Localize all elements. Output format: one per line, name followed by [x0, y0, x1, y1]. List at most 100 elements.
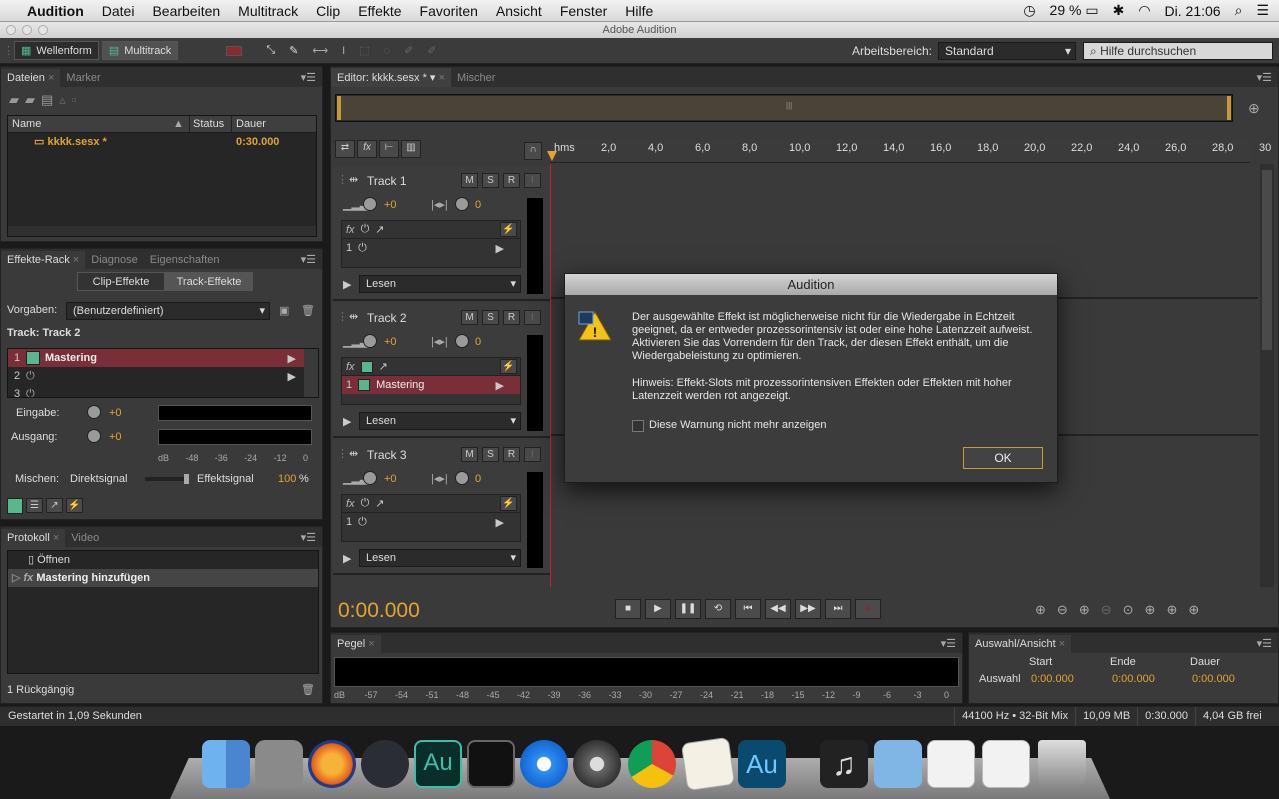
zoom-out-amplitude-icon[interactable]: ⊖ [1057, 602, 1068, 618]
waveform-button[interactable]: ▦ Wellenform [14, 41, 99, 60]
output-gain-knob[interactable] [87, 429, 101, 443]
mute-button[interactable]: M [461, 447, 478, 462]
rewind-icon[interactable]: ◀◀ [765, 599, 791, 619]
menu-hilfe[interactable]: Hilfe [616, 3, 662, 19]
track-effects-button[interactable]: Track-Effekte [165, 272, 253, 291]
document-stack-icon[interactable] [927, 740, 975, 788]
effect-slot-1[interactable]: 1 Mastering ▶ [342, 376, 520, 394]
tab-eigenschaften[interactable]: Eigenschaften [144, 251, 226, 269]
zoom-window-icon[interactable] [38, 25, 48, 35]
track-grip-icon[interactable]: ⋮ [337, 173, 348, 186]
input-gain-value[interactable]: +0 [109, 407, 122, 419]
headphones-icon[interactable]: ∩ [524, 142, 542, 160]
menu-clip[interactable]: Clip [307, 3, 349, 19]
table-row[interactable]: ▭ kkkk.sesx * 0:30.000 [8, 133, 316, 151]
pan-value[interactable]: 0 [475, 336, 481, 348]
disk-utility-icon[interactable] [573, 740, 621, 788]
power-icon[interactable]: ⏻ [358, 516, 367, 529]
track-name[interactable]: Track 2 [367, 311, 407, 325]
volume-value[interactable]: +0 [384, 199, 397, 211]
panel-menu-icon[interactable]: ▾☰ [295, 68, 322, 87]
finder-icon[interactable] [202, 740, 250, 788]
menu-multitrack[interactable]: Multitrack [229, 3, 307, 19]
current-time[interactable]: 0:00.000 [338, 599, 420, 623]
track-eq-icon[interactable]: ▥ [401, 140, 421, 158]
close-window-icon[interactable] [6, 25, 16, 35]
solo-button[interactable]: S [482, 173, 499, 188]
list-item[interactable]: ▯ Öffnen [8, 551, 318, 569]
lasso-tool-icon[interactable]: ◌ [384, 45, 391, 57]
chrome-document-icon[interactable] [982, 740, 1030, 788]
slot-arrow-icon[interactable]: ▶ [288, 370, 296, 383]
track-name[interactable]: Track 1 [367, 174, 407, 188]
track-header-2[interactable]: ⋮ ⇹ Track 2 MSRI ▁▂▃ +0 |◂▸| 0 fx ↗ ⚡ 1 Mas… [333, 303, 550, 438]
zoom-out-time-icon[interactable]: ⊖ [1101, 602, 1112, 618]
effect-slot-3[interactable]: 3 ⏻ [8, 385, 318, 398]
track-grip-icon[interactable]: ⋮ [337, 447, 348, 460]
power-icon[interactable] [358, 379, 371, 391]
workspace-select[interactable]: Standard ▾ [938, 41, 1076, 60]
tab-video[interactable]: Video [65, 529, 105, 547]
spot-healing-tool-icon[interactable]: ✐ [427, 44, 436, 57]
close-icon[interactable]: × [1059, 638, 1065, 650]
tab-diagnose[interactable]: Diagnose [85, 251, 143, 269]
panel-menu-icon[interactable]: ▾☰ [295, 250, 322, 269]
minimize-window-icon[interactable] [22, 25, 32, 35]
track-io-icon[interactable]: ⇄ [335, 140, 355, 158]
track-sends-icon[interactable]: ⊢ [379, 140, 399, 158]
tab-dateien[interactable]: Dateien × [1, 69, 61, 87]
dont-show-label[interactable]: Diese Warnung nicht mehr anzeigen [649, 419, 827, 431]
time-ruler[interactable]: hms 2,0 4,0 6,0 8,0 10,0 12,0 14,0 16,0 18,0 20,0 2… [547, 139, 1271, 163]
tab-effekte-rack[interactable]: Effekte-Rack × [1, 251, 86, 269]
effect-slot-1[interactable]: 1 ⏻ ▶ [342, 239, 520, 257]
overview-bar[interactable]: ||| [335, 94, 1233, 122]
volume-value[interactable]: +0 [384, 336, 397, 348]
menu-bearbeiten[interactable]: Bearbeiten [143, 3, 229, 19]
razor-tool-icon[interactable]: ✎ [289, 44, 298, 57]
panel-menu-icon[interactable]: ▾☰ [1251, 68, 1278, 87]
spotlight-icon[interactable]: ⌕ [1235, 2, 1243, 19]
horizontal-scrollbar[interactable] [8, 226, 316, 236]
close-icon[interactable]: × [439, 72, 445, 84]
presets-select[interactable]: (Benutzerdefiniert) ▾ [66, 302, 270, 320]
power-icon[interactable]: ⏻ [361, 497, 370, 510]
pan-value[interactable]: 0 [475, 473, 481, 485]
slot-arrow-icon[interactable]: ▶ [288, 352, 296, 365]
clip-effects-button[interactable]: Clip-Effekte [77, 272, 165, 291]
brush-tool-icon[interactable]: ✐ [404, 44, 413, 57]
prerender-icon[interactable]: ⚡ [500, 359, 517, 374]
marquee-tool-icon[interactable]: ⬚ [359, 44, 369, 57]
mute-button[interactable]: M [461, 173, 478, 188]
zoom-out-full-icon[interactable]: ⊙ [1123, 602, 1134, 618]
automation-mode-select[interactable]: Lesen ▾ [359, 412, 521, 430]
mix-slider[interactable] [145, 474, 189, 484]
volume-knob[interactable] [363, 334, 377, 348]
solo-button[interactable]: S [482, 447, 499, 462]
fast-forward-icon[interactable]: ▶▶ [795, 599, 821, 619]
battery-status[interactable]: 29 % ▭ [1050, 2, 1099, 19]
column-status[interactable]: Status [189, 116, 231, 132]
power-icon[interactable] [26, 351, 40, 365]
mix-slider-thumb[interactable] [184, 474, 189, 484]
insert-icon[interactable]: ↗ [379, 360, 388, 373]
selection-end[interactable]: 0:00.000 [1112, 673, 1155, 685]
open-folder-icon[interactable]: ▰ [9, 92, 25, 107]
loop-icon[interactable]: ⟲ [705, 599, 731, 619]
panel-menu-icon[interactable]: ▾☰ [935, 634, 962, 653]
effect-slot-1[interactable]: 1 Mastering ▶ [8, 349, 318, 367]
wet-value[interactable]: 100 [278, 473, 296, 485]
record-indicator-icon[interactable] [226, 45, 243, 56]
volume-knob[interactable] [363, 471, 377, 485]
zoom-in-amplitude-icon[interactable]: ⊕ [1035, 602, 1046, 618]
trash-icon[interactable] [1038, 740, 1086, 788]
system-preferences-icon[interactable] [255, 740, 303, 788]
time-machine-icon[interactable]: ◷ [1023, 2, 1035, 19]
chrome-icon[interactable] [628, 740, 676, 788]
record-icon[interactable]: ● [855, 599, 881, 619]
monitor-input-button[interactable]: I [524, 310, 541, 325]
automation-mode-select[interactable]: Lesen ▾ [359, 275, 521, 293]
go-to-start-icon[interactable]: ⏮ [735, 599, 761, 619]
volume-knob[interactable] [363, 197, 377, 211]
panel-menu-icon[interactable]: ▾☰ [295, 528, 322, 547]
zoom-selection-icon[interactable]: ⊕ [1188, 602, 1199, 618]
